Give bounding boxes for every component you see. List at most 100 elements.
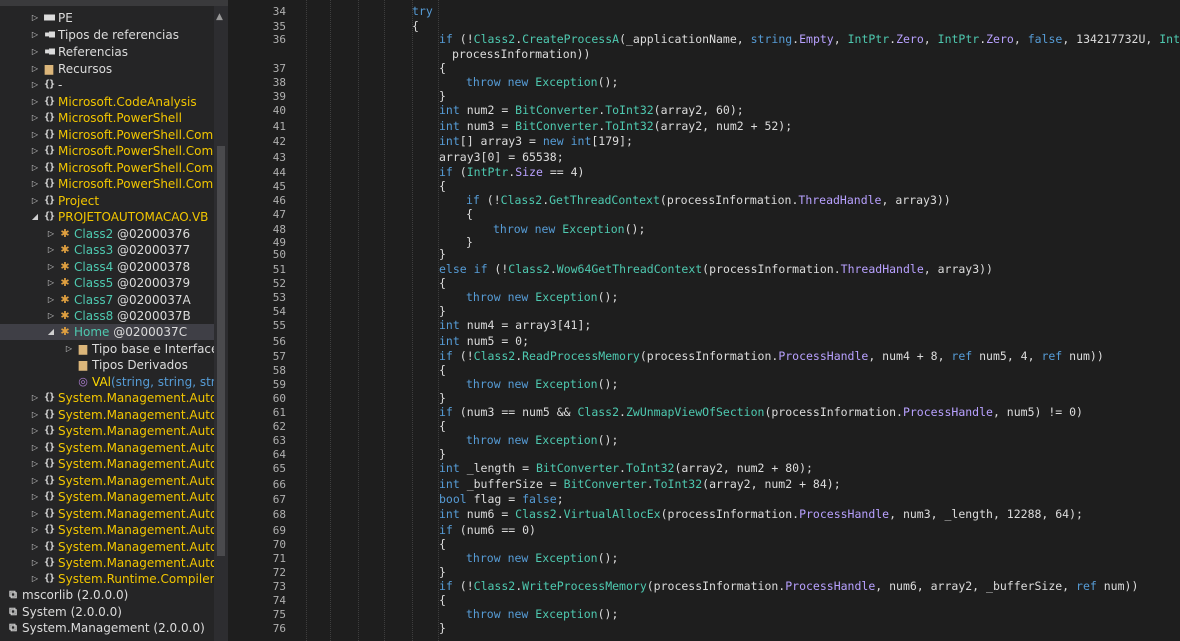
collapsed-arrow-icon[interactable]: ▷ xyxy=(30,555,40,571)
expanded-arrow-icon[interactable]: ◢ xyxy=(46,324,56,340)
code-line[interactable]: { xyxy=(466,207,473,222)
code-line[interactable]: int[] array3 = new int[179]; xyxy=(439,134,633,149)
code-line[interactable]: { xyxy=(439,537,446,552)
code-line[interactable]: { xyxy=(439,179,446,194)
collapsed-arrow-icon[interactable]: ▷ xyxy=(46,275,56,291)
collapsed-arrow-icon[interactable]: ▷ xyxy=(46,242,56,258)
code-line[interactable]: } xyxy=(439,621,446,636)
collapsed-arrow-icon[interactable]: ▷ xyxy=(30,77,40,93)
code-line[interactable]: if (!Class2.CreateProcessA(_applicationN… xyxy=(439,32,1180,47)
collapsed-arrow-icon[interactable]: ▷ xyxy=(30,390,40,406)
collapsed-arrow-icon[interactable]: ▷ xyxy=(30,193,40,209)
tree-item[interactable]: ▷ ✱ Class3 @02000377 xyxy=(0,242,214,258)
collapsed-arrow-icon[interactable]: ▷ xyxy=(30,160,40,176)
code-line[interactable]: int num3 = BitConverter.ToInt32(array2, … xyxy=(439,119,792,134)
code-line[interactable]: } xyxy=(439,304,446,319)
code-line[interactable]: { xyxy=(439,419,446,434)
tree-item[interactable]: ▷{} Microsoft.PowerShell xyxy=(0,110,214,126)
collapsed-arrow-icon[interactable]: ▷ xyxy=(30,127,40,143)
collapsed-arrow-icon[interactable]: ▷ xyxy=(64,341,74,357)
scroll-up-arrow-icon[interactable]: ▲ xyxy=(216,12,223,22)
collapsed-arrow-icon[interactable]: ▷ xyxy=(30,10,40,26)
tree-scrollbar-thumb[interactable] xyxy=(217,146,225,556)
code-line[interactable]: array3[0] = 65538; xyxy=(439,150,564,165)
code-line[interactable]: throw new Exception(); xyxy=(466,607,618,622)
tree-item[interactable]: ◢ ✱ Home @0200037C xyxy=(0,324,214,340)
code-line[interactable]: processInformation)) xyxy=(452,47,590,62)
collapsed-arrow-icon[interactable]: ▷ xyxy=(30,489,40,505)
tree-item[interactable]: ▷{} System.Management.Autom xyxy=(0,407,214,423)
tree-item[interactable]: ⧉ System.Management (2.0.0.0) xyxy=(0,620,214,636)
tree-item[interactable]: ▷{}Microsoft.PowerShell.Comma xyxy=(0,160,214,176)
tree-item[interactable]: ▷ ▪■ Referencias xyxy=(0,44,214,60)
tree-item[interactable]: ▷{}Microsoft.PowerShell.Comma xyxy=(0,143,214,159)
tree-item[interactable]: ▷{}Microsoft.PowerShell.Comma xyxy=(0,127,214,143)
collapsed-arrow-icon[interactable]: ▷ xyxy=(30,176,40,192)
code-line[interactable]: { xyxy=(439,593,446,608)
code-line[interactable]: } xyxy=(466,235,473,250)
code-line[interactable]: } xyxy=(439,391,446,406)
tree-item[interactable]: ▷{} System.Management.Autom xyxy=(0,473,214,489)
tree-item[interactable]: ⧉ System (2.0.0.0) xyxy=(0,604,214,620)
code-line[interactable]: try xyxy=(412,4,433,19)
collapsed-arrow-icon[interactable]: ▷ xyxy=(30,110,40,126)
tree-item[interactable]: ▷{} Project xyxy=(0,193,214,209)
expanded-arrow-icon[interactable]: ◢ xyxy=(30,209,40,225)
tree-item[interactable]: ▷{} System.Management.Autom xyxy=(0,522,214,538)
tree-item[interactable]: ▷ ✱ Class7 @0200037A xyxy=(0,292,214,308)
tree-item[interactable]: ▷{} System.Management.Autom xyxy=(0,440,214,456)
collapsed-arrow-icon[interactable]: ▷ xyxy=(30,473,40,489)
code-line[interactable]: } xyxy=(439,247,446,262)
collapsed-arrow-icon[interactable]: ▷ xyxy=(30,539,40,555)
code-line[interactable]: throw new Exception(); xyxy=(466,551,618,566)
collapsed-arrow-icon[interactable]: ▷ xyxy=(30,522,40,538)
collapsed-arrow-icon[interactable]: ▷ xyxy=(46,259,56,275)
code-line[interactable]: if (IntPtr.Size == 4) xyxy=(439,165,584,180)
code-line[interactable]: int num2 = BitConverter.ToInt32(array2, … xyxy=(439,103,744,118)
code-line[interactable]: } xyxy=(439,447,446,462)
code-line[interactable]: int _bufferSize = BitConverter.ToInt32(a… xyxy=(439,477,841,492)
collapsed-arrow-icon[interactable]: ▷ xyxy=(30,571,40,587)
tree-item[interactable]: ▷{} System.Management.Autom xyxy=(0,539,214,555)
code-line[interactable]: if (!Class2.GetThreadContext(processInfo… xyxy=(466,193,951,208)
collapsed-arrow-icon[interactable]: ▷ xyxy=(30,456,40,472)
tree-item[interactable]: ▷{} - xyxy=(0,77,214,93)
tree-item[interactable]: ◎ VAl(string, string, strin xyxy=(0,374,214,390)
code-line[interactable]: if (!Class2.WriteProcessMemory(processIn… xyxy=(439,579,1138,594)
collapsed-arrow-icon[interactable]: ▷ xyxy=(30,506,40,522)
tree-item[interactable]: ▷ ✱ Class5 @02000379 xyxy=(0,275,214,291)
code-line[interactable]: throw new Exception(); xyxy=(466,290,618,305)
tree-item[interactable]: ▷ ▆ Tipo base e Interfaces xyxy=(0,341,214,357)
code-line[interactable]: } xyxy=(439,89,446,104)
code-line[interactable]: int num4 = array3[41]; xyxy=(439,318,591,333)
code-line[interactable]: throw new Exception(); xyxy=(466,75,618,90)
tree-item[interactable]: ▷{} System.Management.Autom xyxy=(0,489,214,505)
code-line[interactable]: if (!Class2.ReadProcessMemory(processInf… xyxy=(439,349,1104,364)
tree-item[interactable]: ▷{} Microsoft.CodeAnalysis xyxy=(0,94,214,110)
tree-item[interactable]: ▷ ✱ Class2 @02000376 xyxy=(0,226,214,242)
collapsed-arrow-icon[interactable]: ▷ xyxy=(30,407,40,423)
code-line[interactable]: { xyxy=(439,61,446,76)
tree-scrollbar[interactable]: ▲ xyxy=(214,6,228,641)
code-line[interactable]: throw new Exception(); xyxy=(466,377,618,392)
code-line[interactable]: if (num6 == 0) xyxy=(439,523,536,538)
code-line[interactable]: int _length = BitConverter.ToInt32(array… xyxy=(439,461,813,476)
tree-item[interactable]: ▷{} System.Management.Autom xyxy=(0,456,214,472)
collapsed-arrow-icon[interactable]: ▷ xyxy=(30,94,40,110)
code-line[interactable]: int num6 = Class2.VirtualAllocEx(process… xyxy=(439,507,1083,522)
code-line[interactable]: throw new Exception(); xyxy=(493,222,645,237)
tree-item[interactable]: ▷{} System.Management.Autom xyxy=(0,423,214,439)
tree-item[interactable]: ▷ ■■ PE xyxy=(0,10,214,26)
code-line[interactable]: } xyxy=(439,565,446,580)
code-line[interactable]: else if (!Class2.Wow64GetThreadContext(p… xyxy=(439,262,993,277)
tree-item[interactable]: ▷ ✱ Class4 @02000378 xyxy=(0,259,214,275)
code-line[interactable]: { xyxy=(439,363,446,378)
collapsed-arrow-icon[interactable]: ▷ xyxy=(30,143,40,159)
code-line[interactable]: throw new Exception(); xyxy=(466,433,618,448)
collapsed-arrow-icon[interactable]: ▷ xyxy=(30,440,40,456)
tree-item[interactable]: ▆ Tipos Derivados xyxy=(0,357,214,373)
collapsed-arrow-icon[interactable]: ▷ xyxy=(46,292,56,308)
tree-item[interactable]: ▷ ▪■ Tipos de referencias xyxy=(0,27,214,43)
code-line[interactable]: if (num3 == num5 && Class2.ZwUnmapViewOf… xyxy=(439,405,1083,420)
code-line[interactable]: { xyxy=(412,19,419,34)
